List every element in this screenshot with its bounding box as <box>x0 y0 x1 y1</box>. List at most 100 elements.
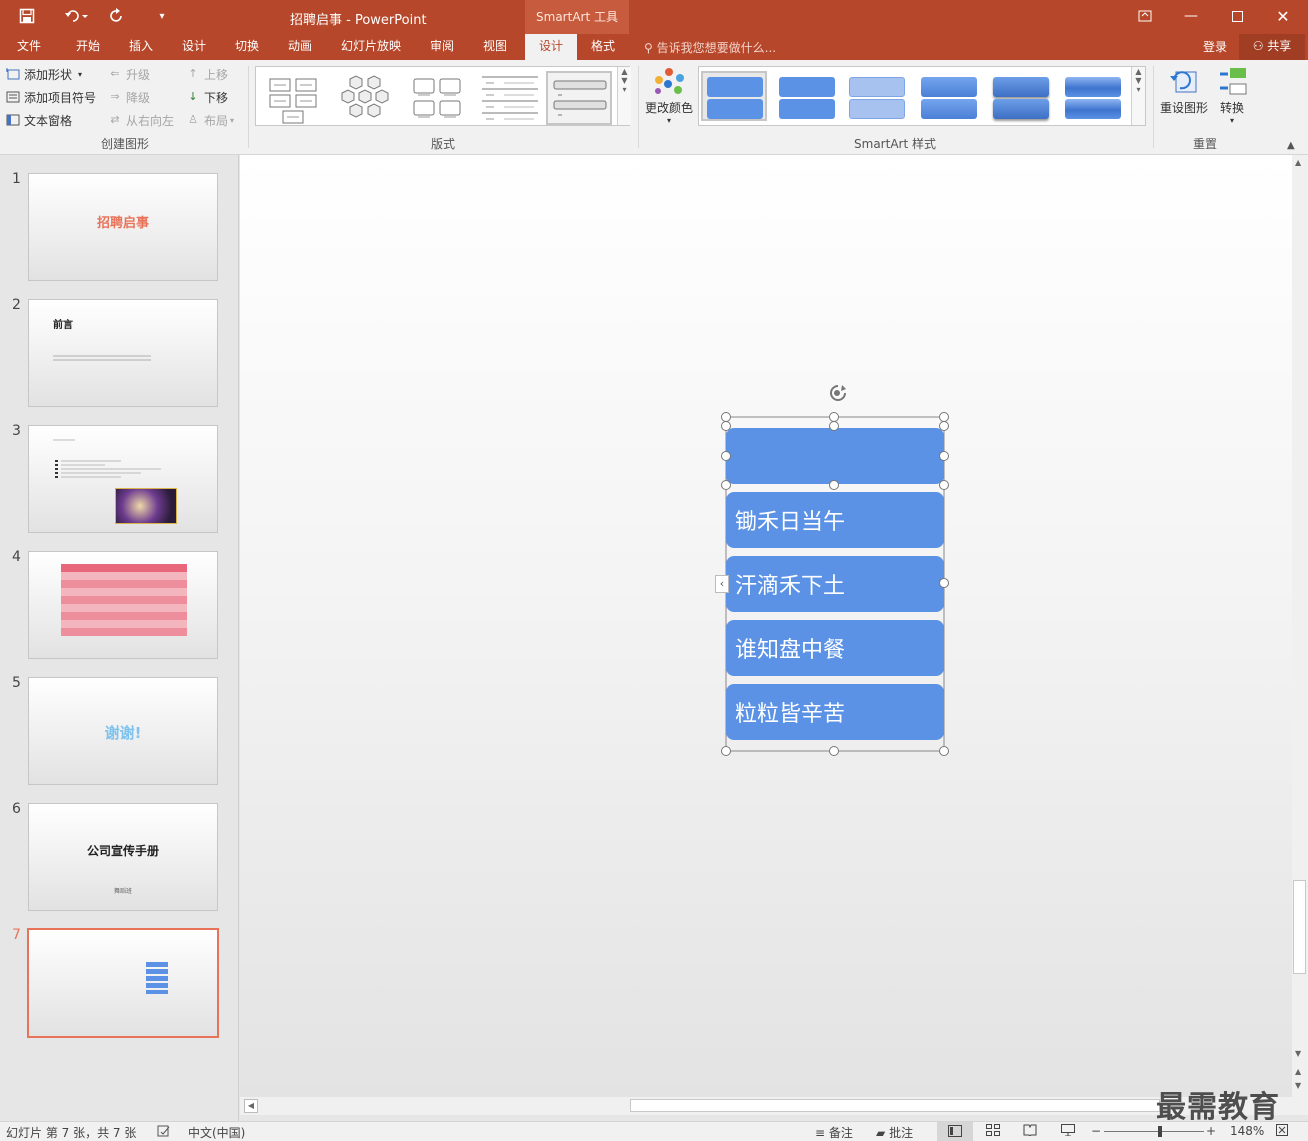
scroll-up-icon[interactable]: ▲ <box>1295 158 1301 167</box>
customize-toolbar-icon[interactable]: ▾ <box>146 0 178 32</box>
slide-thumbnail-3[interactable] <box>28 425 218 533</box>
slideshow-icon[interactable] <box>1061 1124 1075 1139</box>
slide-thumbnail-5[interactable]: 谢谢! <box>28 677 218 785</box>
tab-view[interactable]: 视图 <box>472 34 518 60</box>
tab-design[interactable]: 设计 <box>171 34 217 60</box>
gallery-scroll[interactable]: ▲ ▼ ▾ <box>1131 67 1145 125</box>
text-pane-button[interactable]: 文本窗格 <box>6 110 72 130</box>
tab-transitions[interactable]: 切换 <box>224 34 270 60</box>
notes-button[interactable]: ≡ 备注 <box>815 1124 853 1141</box>
slide-thumbnail-7[interactable] <box>27 928 219 1038</box>
rotate-handle-icon[interactable] <box>832 386 844 398</box>
slide-thumbnail-4[interactable] <box>28 551 218 659</box>
tab-review[interactable]: 审阅 <box>419 34 465 60</box>
shape-handle[interactable] <box>721 451 731 461</box>
smartart-shape-4[interactable]: 谁知盘中餐 <box>726 620 944 676</box>
reset-graphic-button[interactable]: 重设图形 <box>1158 66 1210 116</box>
next-slide-icon[interactable]: ▼ <box>1295 1081 1301 1090</box>
slide-thumbnail-2[interactable]: 前言 <box>28 299 218 407</box>
move-up-button[interactable]: ↑ 上移 <box>186 64 228 84</box>
promote-button[interactable]: ⇐ 升级 <box>108 64 150 84</box>
tab-smartart-design[interactable]: 设计 <box>525 34 577 60</box>
move-down-button[interactable]: ↓ 下移 <box>186 87 228 107</box>
shape-handle[interactable] <box>939 480 949 490</box>
slide-thumbnail-1[interactable]: 招聘启事 <box>28 173 218 281</box>
change-colors-button[interactable]: 更改颜色 ▾ <box>642 66 696 125</box>
zoom-slider-thumb[interactable] <box>1158 1126 1162 1137</box>
move-up-label: 上移 <box>204 67 229 82</box>
reading-view-icon[interactable] <box>1023 1124 1037 1139</box>
normal-view-button[interactable] <box>937 1122 973 1141</box>
text-pane-toggle-icon[interactable]: ‹ <box>715 575 729 593</box>
tab-file[interactable]: 文件 <box>6 34 52 60</box>
layout-thumbnail[interactable] <box>404 71 470 125</box>
zoom-out-icon[interactable]: − <box>1091 1124 1101 1138</box>
group-separator <box>638 66 639 148</box>
style-thumbnail[interactable] <box>843 71 909 121</box>
language-indicator[interactable]: 中文(中国) <box>188 1124 245 1141</box>
tab-slideshow[interactable]: 幻灯片放映 <box>333 34 409 60</box>
redo-icon[interactable] <box>101 0 133 32</box>
save-icon[interactable] <box>11 0 43 32</box>
resize-handle[interactable] <box>721 746 731 756</box>
shape-handle[interactable] <box>829 480 839 490</box>
smartart-shape-1[interactable] <box>726 428 944 484</box>
resize-handle[interactable] <box>829 746 839 756</box>
tell-me-box[interactable]: ⚲ 告诉我您想要做什么... <box>644 39 776 56</box>
add-bullet-button[interactable]: 添加项目符号 <box>6 87 96 107</box>
close-icon[interactable]: ✕ <box>1260 0 1306 32</box>
horizontal-scrollbar[interactable]: ◀ <box>240 1097 1308 1115</box>
share-button[interactable]: ⚇ 共享 <box>1239 34 1305 60</box>
smartart-shape-2[interactable]: 锄禾日当午 <box>726 492 944 548</box>
scroll-thumb[interactable] <box>1293 880 1306 974</box>
shape-handle[interactable] <box>721 421 731 431</box>
tab-home[interactable]: 开始 <box>64 34 112 60</box>
smartart-shape-3[interactable]: 汗滴禾下土 <box>726 556 944 612</box>
ribbon-display-icon[interactable] <box>1122 0 1168 32</box>
tab-insert[interactable]: 插入 <box>118 34 164 60</box>
tab-animations[interactable]: 动画 <box>277 34 323 60</box>
convert-button[interactable]: 转换 ▾ <box>1212 66 1252 125</box>
minimize-icon[interactable]: — <box>1168 0 1214 32</box>
style-thumbnail[interactable] <box>1059 71 1125 121</box>
zoom-slider[interactable] <box>1104 1131 1204 1132</box>
resize-handle[interactable] <box>939 578 949 588</box>
layout-thumbnail[interactable] <box>476 71 542 125</box>
slide-sorter-icon[interactable] <box>986 1124 1000 1139</box>
smartart-shape-5[interactable]: 粒粒皆辛苦 <box>726 684 944 740</box>
right-to-left-button[interactable]: ⇄ 从右向左 <box>108 110 174 130</box>
style-thumbnail-selected[interactable] <box>701 71 767 121</box>
comments-button[interactable]: ▰ 批注 <box>876 1124 913 1141</box>
zoom-level[interactable]: 148% <box>1230 1124 1264 1138</box>
maximize-icon[interactable] <box>1214 0 1260 32</box>
fit-to-window-icon[interactable] <box>1276 1124 1288 1139</box>
tab-format[interactable]: 格式 <box>580 34 626 60</box>
demote-button[interactable]: ⇒ 降级 <box>108 87 150 107</box>
scroll-down-icon[interactable]: ▼ <box>1295 1049 1301 1058</box>
gallery-scroll[interactable]: ▲ ▼ ▾ <box>617 67 631 125</box>
resize-handle[interactable] <box>939 746 949 756</box>
slide-thumbnail-6[interactable]: 公司宣传手册 舞蹈班 <box>28 803 218 911</box>
add-shape-button[interactable]: 添加形状 ▾ <box>5 64 82 84</box>
collapse-ribbon-icon[interactable]: ▲ <box>1287 140 1295 151</box>
style-thumbnail[interactable] <box>915 71 981 121</box>
shape-handle[interactable] <box>829 421 839 431</box>
shape-handle[interactable] <box>939 421 949 431</box>
undo-icon[interactable] <box>56 0 96 32</box>
layout-thumbnail[interactable] <box>332 71 398 125</box>
previous-slide-icon[interactable]: ▲ <box>1295 1067 1301 1076</box>
arrow-down-icon: ↓ <box>188 90 198 103</box>
style-thumbnail[interactable] <box>987 71 1053 121</box>
login-link[interactable]: 登录 <box>1203 38 1227 55</box>
zoom-in-icon[interactable]: + <box>1206 1124 1216 1138</box>
shape-handle[interactable] <box>721 480 731 490</box>
spellcheck-icon[interactable] <box>157 1124 171 1141</box>
vertical-scrollbar[interactable]: ▲ ▼ ▲ ▼ <box>1292 155 1308 1097</box>
scroll-thumb[interactable] <box>630 1099 1160 1112</box>
style-thumbnail[interactable] <box>773 71 839 121</box>
shape-handle[interactable] <box>939 451 949 461</box>
layout-thumbnail-selected[interactable] <box>546 71 612 125</box>
layout-thumbnail[interactable] <box>260 71 326 125</box>
scroll-left-icon[interactable]: ◀ <box>244 1099 258 1113</box>
layout-button[interactable]: ♙ 布局 ▾ <box>186 110 234 130</box>
